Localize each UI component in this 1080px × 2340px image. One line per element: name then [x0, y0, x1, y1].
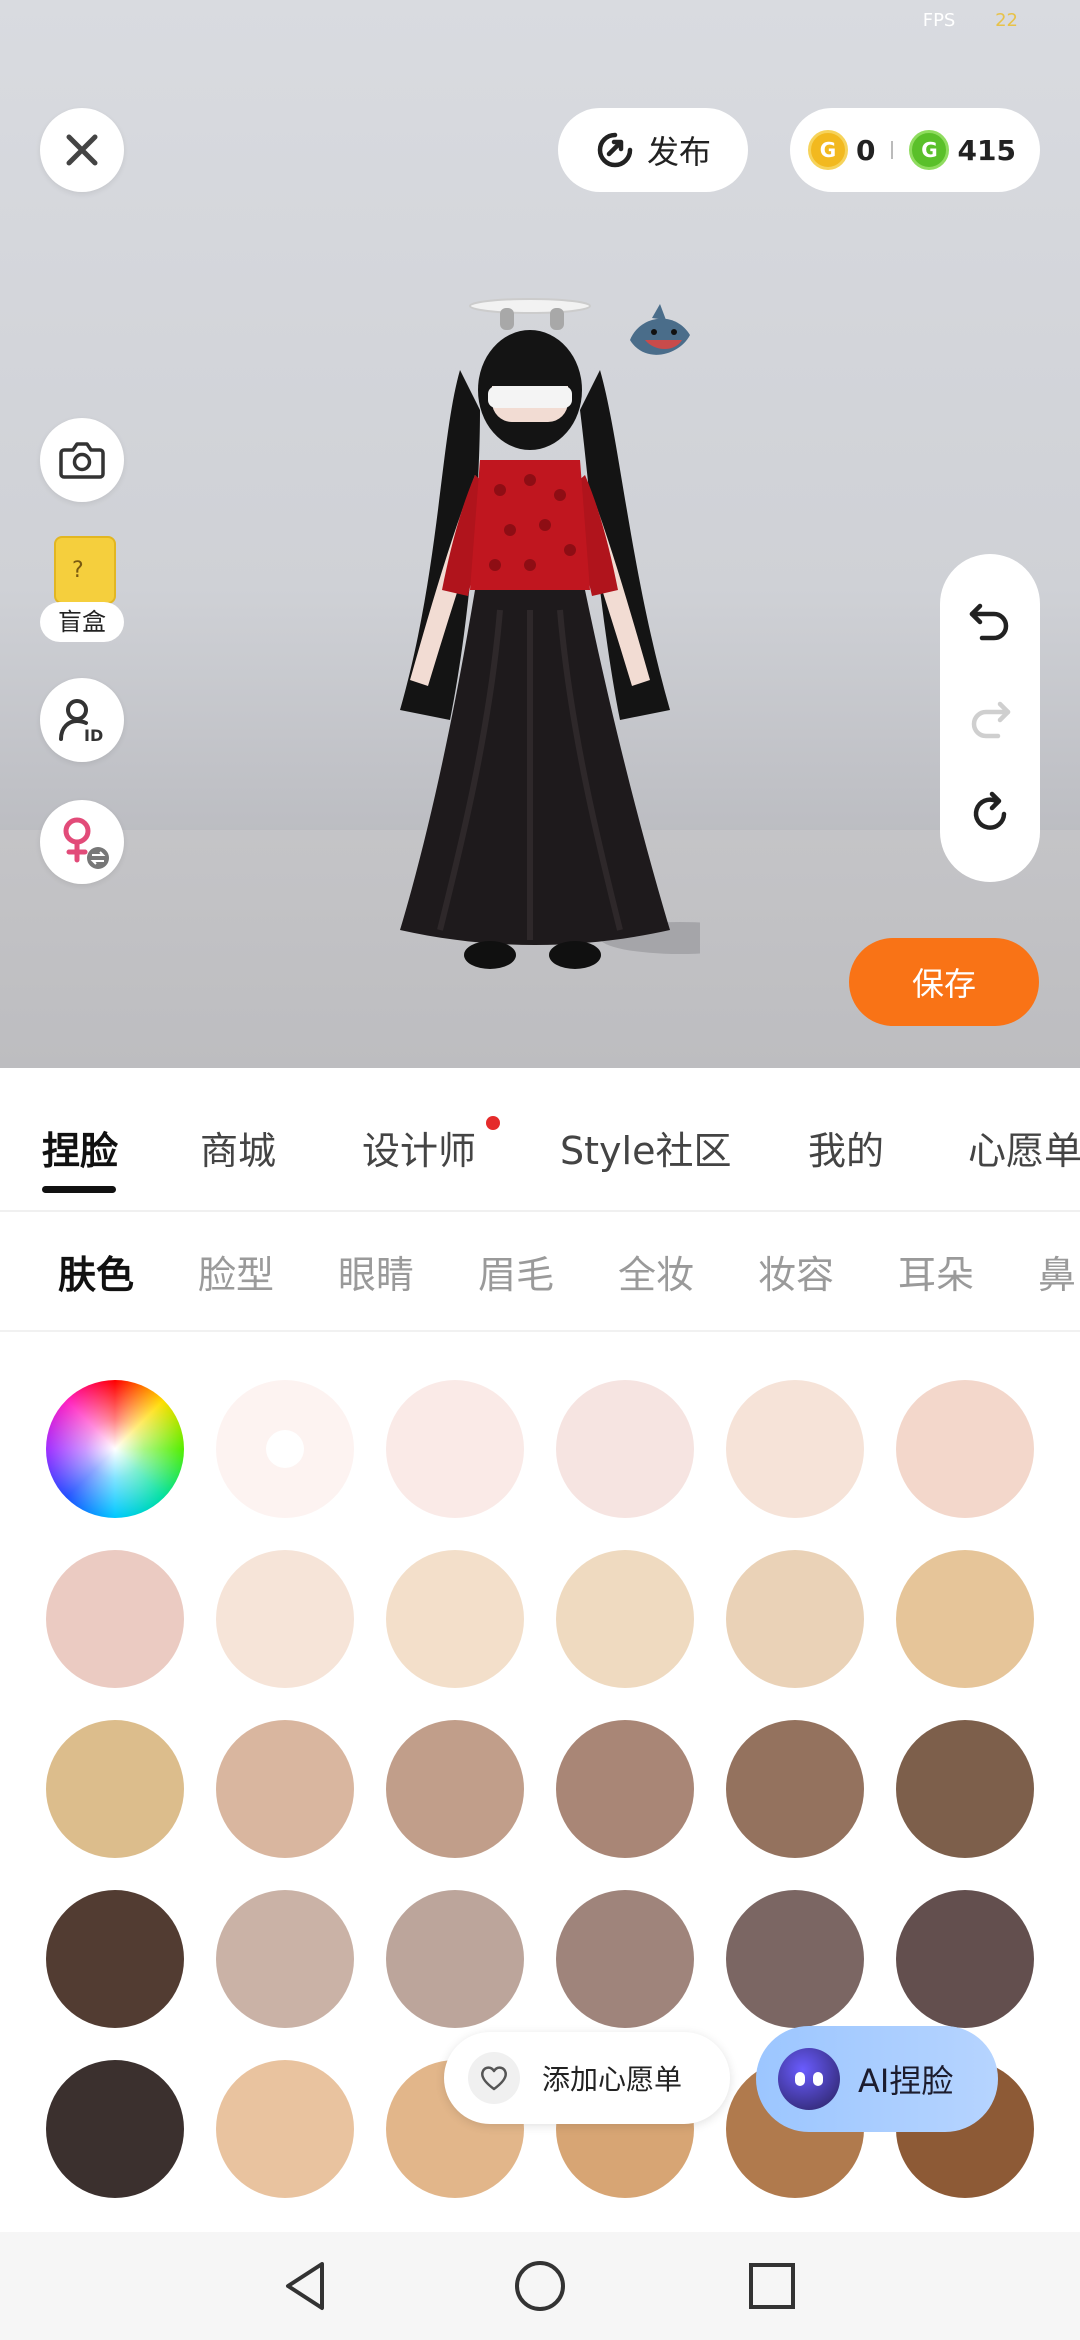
skin-color-swatch[interactable]	[556, 1380, 694, 1518]
tab-designer[interactable]: 设计师	[362, 1120, 476, 1175]
add-to-wishlist-button[interactable]: 添加心愿单	[444, 2032, 730, 2124]
recents-square-icon[interactable]	[742, 2256, 802, 2316]
skin-color-swatch[interactable]	[386, 1890, 524, 2028]
gold-coin-icon: G	[808, 130, 848, 170]
subtab-full-makeup[interactable]: 全妆	[618, 1244, 694, 1299]
user-id-icon: ID	[59, 699, 103, 745]
currency-pill[interactable]: G 0 G 415	[790, 108, 1040, 192]
skin-color-swatch[interactable]	[216, 1550, 354, 1688]
skin-color-swatch[interactable]	[556, 1550, 694, 1688]
redo-icon[interactable]	[966, 694, 1014, 742]
selected-indicator	[266, 1430, 304, 1468]
ai-bot-icon	[778, 2048, 840, 2110]
subtab-face-shape[interactable]: 脸型	[198, 1244, 274, 1299]
subtab-makeup[interactable]: 妆容	[758, 1244, 834, 1299]
blindbox-label: 盲盒	[40, 602, 124, 642]
tab-mine[interactable]: 我的	[808, 1120, 884, 1175]
publish-icon	[597, 132, 633, 168]
gold-coin-count: 0	[856, 133, 876, 167]
gender-switch-button[interactable]	[40, 800, 124, 884]
skin-color-swatch[interactable]	[46, 1720, 184, 1858]
active-tab-indicator	[42, 1186, 116, 1193]
skin-color-swatch[interactable]	[46, 2060, 184, 2198]
skin-color-swatch[interactable]	[896, 1890, 1034, 2028]
tab-shop[interactable]: 商城	[200, 1120, 276, 1175]
avatar-scene[interactable]: FPS 22 发布 G 0 G 415 ? 盲盒 ID 保存	[0, 0, 1080, 1068]
wishlist-label: 添加心愿单	[542, 2063, 683, 2096]
green-coin-count: 415	[957, 133, 1016, 167]
skin-color-swatch[interactable]	[726, 1380, 864, 1518]
tab-wishlist[interactable]: 心愿单	[968, 1120, 1080, 1175]
skin-color-swatch[interactable]	[556, 1890, 694, 2028]
save-button[interactable]: 保存	[849, 938, 1039, 1026]
skin-color-swatch[interactable]	[216, 1890, 354, 2028]
svg-text:ID: ID	[84, 726, 103, 745]
designer-notification-dot	[486, 1116, 500, 1130]
ai-face-button[interactable]: AI捏脸	[756, 2026, 998, 2132]
sub-tab-bar: 肤色 脸型 眼睛 眉毛 全妆 妆容 耳朵 鼻	[0, 1212, 1080, 1332]
avatar-character[interactable]	[380, 290, 700, 1020]
female-icon	[63, 817, 109, 869]
skin-color-swatch[interactable]	[896, 1380, 1034, 1518]
avatar-id-button[interactable]: ID	[40, 678, 124, 762]
blindbox-button[interactable]: ? 盲盒	[36, 534, 128, 644]
skin-color-swatch[interactable]	[386, 1720, 524, 1858]
fps-label: FPS	[922, 10, 956, 31]
tab-style-community[interactable]: Style社区	[560, 1120, 731, 1175]
skin-color-swatch[interactable]	[386, 1380, 524, 1518]
subtab-eyes[interactable]: 眼睛	[338, 1244, 414, 1299]
tab-face[interactable]: 捏脸	[42, 1120, 118, 1175]
camera-button[interactable]	[40, 418, 124, 502]
skin-color-swatch[interactable]	[726, 1890, 864, 2028]
close-icon	[66, 134, 98, 166]
heart-icon	[468, 2052, 520, 2104]
main-tab-bar: 捏脸 商城 设计师 Style社区 我的 心愿单	[0, 1068, 1080, 1212]
fps-counter: FPS 22	[923, 10, 1018, 31]
skin-color-swatch[interactable]	[216, 2060, 354, 2198]
gift-box-icon	[54, 536, 116, 604]
undo-icon[interactable]	[966, 596, 1014, 644]
subtab-ears[interactable]: 耳朵	[898, 1244, 974, 1299]
question-mark-icon: ?	[72, 558, 84, 583]
back-triangle-icon[interactable]	[278, 2256, 338, 2316]
custom-color-wheel-button[interactable]	[46, 1380, 184, 1518]
skin-color-swatch[interactable]	[46, 1890, 184, 2028]
skin-color-swatch[interactable]	[46, 1550, 184, 1688]
skin-color-swatch[interactable]	[896, 1550, 1034, 1688]
camera-icon	[59, 442, 105, 479]
subtab-skin-color[interactable]: 肤色	[58, 1244, 134, 1299]
history-panel	[940, 554, 1040, 882]
publish-label: 发布	[646, 133, 711, 171]
skin-color-swatch[interactable]	[556, 1720, 694, 1858]
system-nav-bar	[0, 2232, 1080, 2340]
home-circle-icon[interactable]	[510, 2256, 570, 2316]
subtab-nose[interactable]: 鼻	[1038, 1244, 1076, 1299]
fps-value: 22	[995, 10, 1018, 31]
skin-color-swatch[interactable]	[386, 1550, 524, 1688]
reset-icon[interactable]	[966, 790, 1014, 838]
close-button[interactable]	[40, 108, 124, 192]
skin-color-swatch[interactable]	[216, 1720, 354, 1858]
skin-color-swatch[interactable]	[726, 1550, 864, 1688]
currency-divider	[891, 141, 894, 159]
skin-color-swatch[interactable]	[896, 1720, 1034, 1858]
subtab-eyebrows[interactable]: 眉毛	[478, 1244, 554, 1299]
skin-color-swatch[interactable]	[216, 1380, 354, 1518]
publish-button[interactable]: 发布	[558, 108, 748, 192]
green-coin-icon: G	[909, 130, 950, 170]
ai-face-label: AI捏脸	[858, 2062, 954, 2100]
skin-color-swatch[interactable]	[726, 1720, 864, 1858]
